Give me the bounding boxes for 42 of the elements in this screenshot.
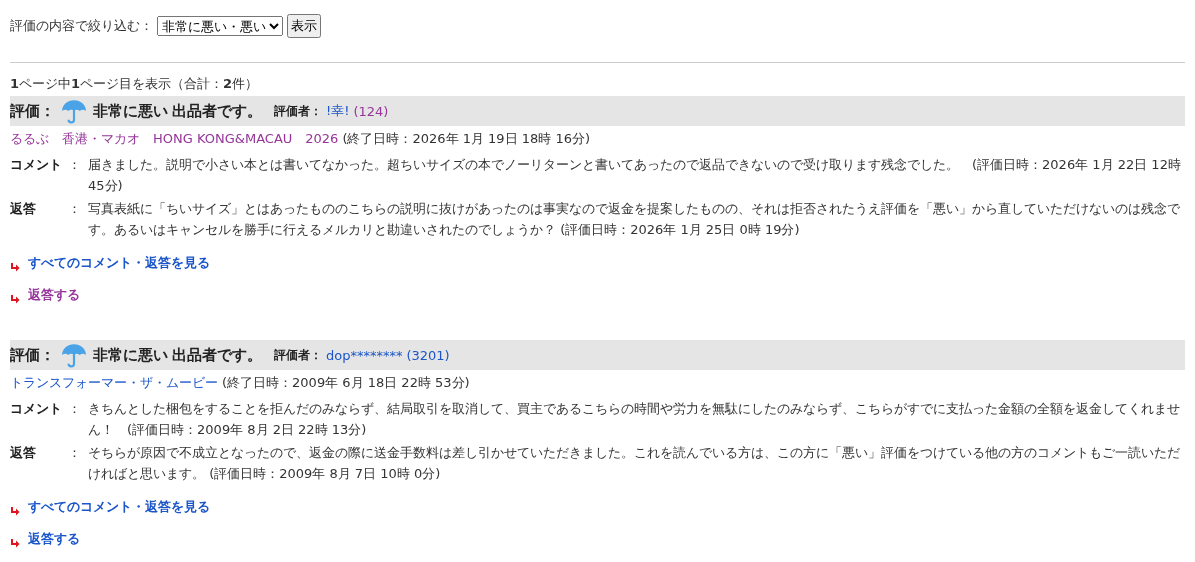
- field-text: きちんとした梱包をすることを拒んだのみならず、結局取引を取消して、買主であるこちらの時間や労力を無駄にしたのみならず、こちらがすでに支払った金額の全額を返金してくれません！ (評価日時：2009年 8月 2日 22時 13分): [88, 400, 1181, 439]
- colon: ：: [68, 444, 82, 462]
- item-link[interactable]: トランスフォーマー・ザ・ムービー: [10, 374, 218, 392]
- colon: ：: [68, 200, 82, 218]
- filter-label: 評価の内容で絞り込む：: [10, 17, 153, 35]
- arrow-icon: [10, 538, 20, 548]
- page-count: 1ページ中1ページ目を表示（合計：2件）: [10, 75, 260, 93]
- review-link[interactable]: すべてのコメント・返答を見る: [28, 498, 210, 516]
- field-text: 写真表紙に「ちいサイズ」とはあったもののこちらの説明に抜けがあったのは事実なので返金を提案したものの、それは拒否されたうえ評価を「悪い」から直していただけないのは残念です。あるいはキャンセルを勝手に行えるメルカリと勘違いされたのでしょうか？ (評価日時：2026年 1月 25日 0時 19分): [88, 200, 1181, 239]
- rating-label: 評価：: [10, 345, 55, 365]
- rater-link[interactable]: !幸!: [326, 102, 350, 120]
- end-time: (終了日時：2026年 1月 19日 18時 16分): [342, 130, 591, 148]
- umbrella-icon: [61, 98, 87, 124]
- rating-text: 非常に悪い: [93, 345, 168, 365]
- role-text: 出品者です。: [172, 345, 262, 365]
- rater-score-link[interactable]: (3201): [406, 347, 450, 363]
- field-text: そちらが原因で不成立となったので、返金の際に送金手数料は差し引かせていただきました。これを読んでいる方は、この方に「悪い」評価をつけている他の方のコメントもご一読いただければと思います。 (評価日時：2009年 8月 7日 10時 0分): [88, 444, 1181, 483]
- rating-filter-dropdown[interactable]: 非常に悪い・悪い: [157, 16, 283, 36]
- role-text: 出品者です。: [172, 101, 262, 121]
- colon: ：: [68, 400, 82, 418]
- rater-score-link[interactable]: (124): [353, 103, 389, 119]
- end-time: (終了日時：2009年 6月 18日 22時 53分): [222, 374, 470, 392]
- field-label: コメント: [10, 156, 63, 174]
- review-link[interactable]: すべてのコメント・返答を見る: [28, 254, 210, 272]
- show-button[interactable]: 表示: [287, 14, 321, 38]
- item-link[interactable]: るるぶ 香港・マカオ HONG KONG&MACAU 2026: [10, 130, 339, 148]
- review-link[interactable]: 返答する: [28, 286, 80, 304]
- rating-text: 非常に悪い: [93, 101, 168, 121]
- rater-label: 評価者：: [274, 102, 322, 120]
- field-label: 返答: [10, 444, 37, 462]
- field-label: コメント: [10, 400, 63, 418]
- field-label: 返答: [10, 200, 37, 218]
- rating-label: 評価：: [10, 101, 55, 121]
- rater-label: 評価者：: [274, 346, 322, 364]
- field-text: 届きました。説明で小さい本とは書いてなかった。超ちいサイズの本でノーリターンと書いてあったので返品できないので受け取ります残念でした。 (評価日時：2026年 1月 22日 12時 45分): [88, 156, 1182, 195]
- arrow-icon: [10, 506, 20, 516]
- arrow-icon: [10, 294, 20, 304]
- arrow-icon: [10, 262, 20, 272]
- rater-link[interactable]: dop********: [326, 347, 403, 363]
- review-link[interactable]: 返答する: [28, 530, 80, 548]
- umbrella-icon: [61, 342, 87, 368]
- colon: ：: [68, 156, 82, 174]
